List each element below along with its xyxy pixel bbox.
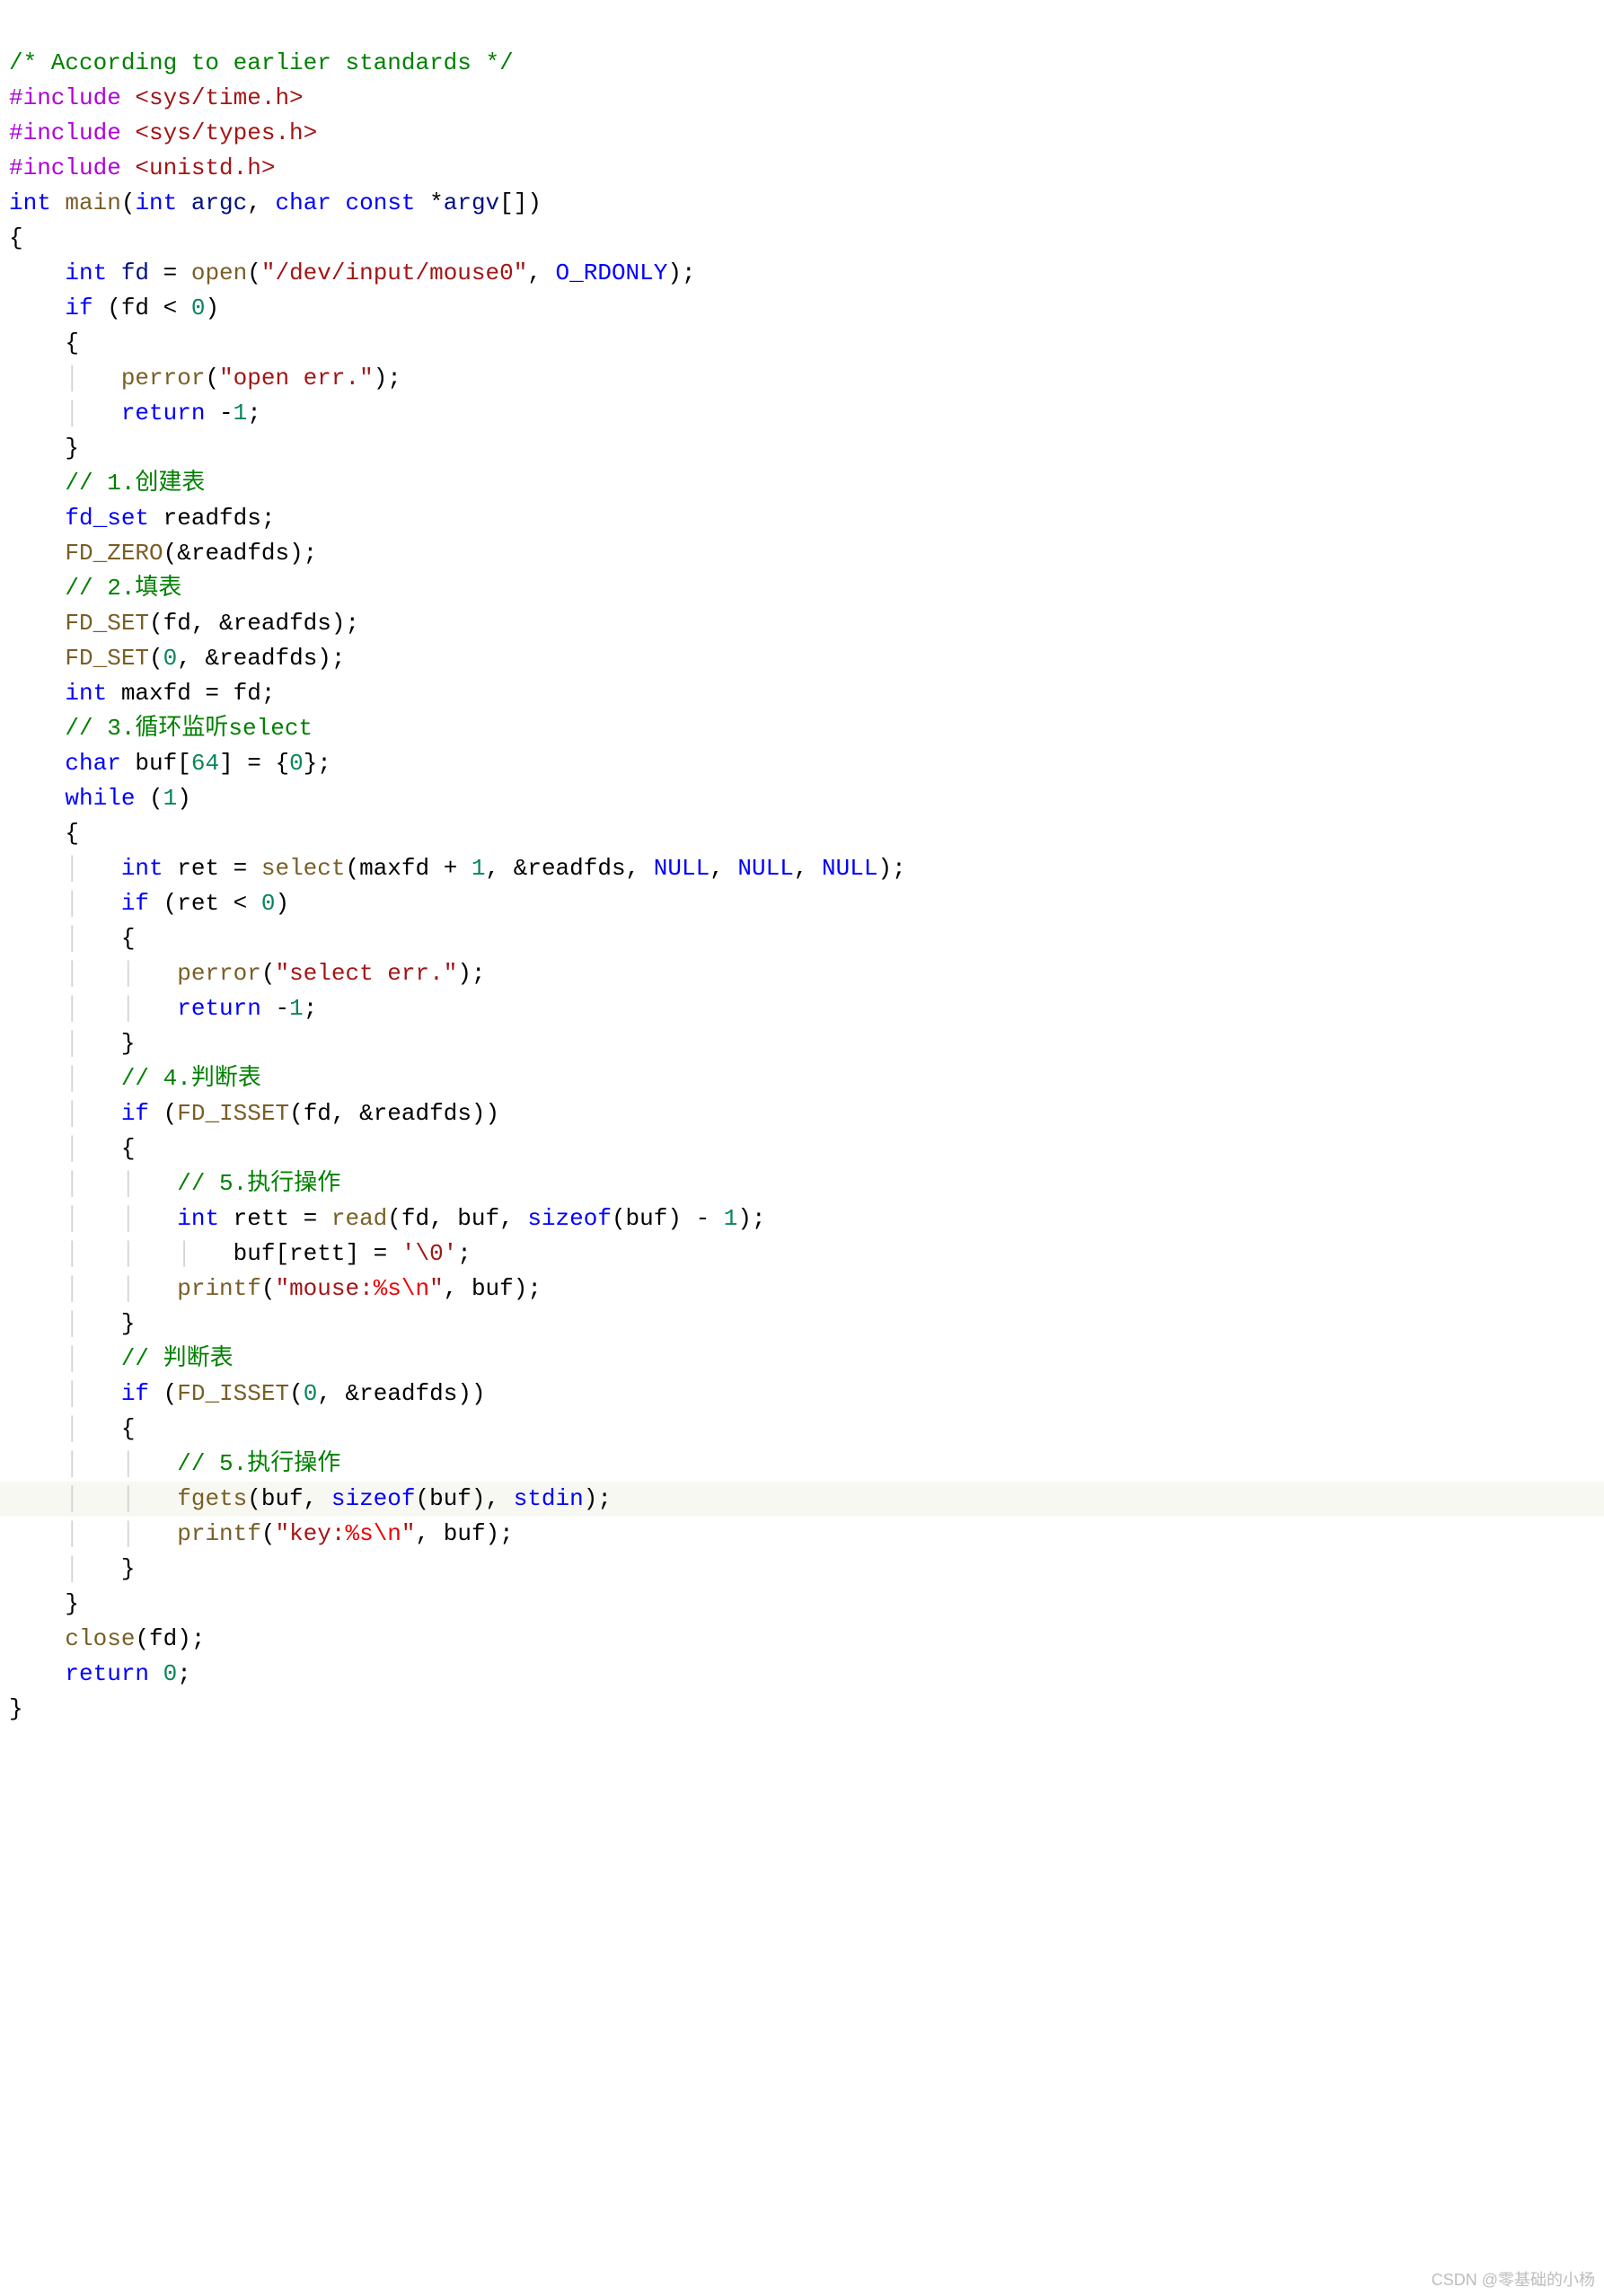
code-line: #include [9, 154, 121, 181]
code-line: /* According to earlier standards */ [9, 49, 514, 76]
code-line: printf [177, 1520, 261, 1547]
code-line: if [121, 890, 149, 917]
code-line: if [9, 295, 93, 321]
code-line: int [9, 260, 107, 286]
code-line: // 判断表 [121, 1345, 234, 1372]
code-line: close [65, 1625, 135, 1652]
code-line: // 4.判断表 [121, 1065, 261, 1092]
code-line: FD_ZERO [65, 540, 163, 567]
code-line: // 3.循环监听select [9, 715, 313, 742]
code-line: { [9, 330, 79, 356]
code-line: int [121, 855, 163, 882]
code-line: #include [9, 84, 121, 111]
code-line: fd_set [65, 505, 149, 532]
code-line: perror [177, 960, 261, 987]
code-line: int [9, 189, 51, 216]
code-line: } [9, 1695, 23, 1722]
code-line: if [121, 1380, 149, 1407]
code-line: { [121, 1135, 136, 1162]
code-line: char [9, 750, 121, 777]
code-line: // 2.填表 [9, 575, 181, 602]
code-line: FD_SET [65, 645, 149, 672]
code-line: { [9, 224, 23, 251]
code-line: return [177, 995, 261, 1022]
code-line: int [177, 1205, 219, 1232]
code-line: FD_SET [65, 610, 149, 637]
code-line: if [121, 1100, 149, 1127]
code-line: buf[rett] = [234, 1240, 401, 1267]
code-line: printf [177, 1275, 261, 1302]
watermark: CSDN @零基础的小杨 [1432, 2267, 1595, 2291]
code-line: // 5.执行操作 [177, 1170, 340, 1197]
code-line: { [9, 820, 79, 847]
code-line: } [121, 1030, 136, 1057]
code-line: } [121, 1310, 136, 1337]
code-line: #include [9, 119, 121, 146]
code-line: } [9, 435, 79, 462]
code-line: { [121, 925, 136, 952]
code-line: // 5.执行操作 [177, 1450, 340, 1477]
code-line: perror [121, 365, 206, 391]
code-line: // 1.创建表 [9, 470, 205, 497]
code-line: { [121, 1415, 136, 1442]
code-line: int [9, 680, 107, 707]
code-line: return [9, 1660, 149, 1687]
highlighted-line: │ │ fgets(buf, sizeof(buf), stdin); [0, 1482, 1604, 1517]
code-line: } [121, 1555, 136, 1582]
code-line: while [9, 785, 135, 812]
code-block: /* According to earlier standards */ #in… [0, 0, 1604, 1737]
code-line: } [9, 1590, 79, 1617]
code-line: return [121, 400, 206, 427]
